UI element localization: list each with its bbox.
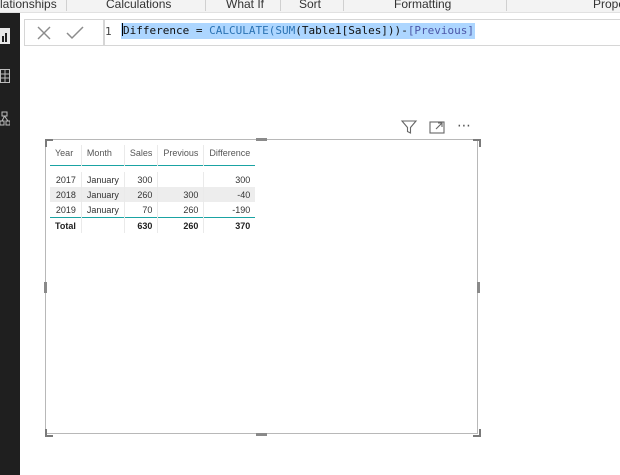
cell-sales: 70 (124, 202, 159, 218)
cell-total-previous: 260 (157, 217, 205, 233)
data-table: Year Month Sales Previous Difference 201… (50, 145, 256, 233)
col-header-previous[interactable]: Previous (157, 145, 205, 166)
report-view-icon[interactable] (0, 27, 10, 45)
formula-measure-ref: [Previous] (407, 24, 475, 37)
resize-corner-bottom-right[interactable] (473, 429, 481, 437)
tab-relationships[interactable]: lationships (0, 0, 57, 11)
col-header-sales[interactable]: Sales (124, 145, 159, 166)
tab-formatting[interactable]: Formatting (394, 0, 451, 11)
col-header-difference[interactable]: Difference (204, 145, 255, 166)
resize-handle-top[interactable] (256, 138, 267, 141)
cell-difference: -40 (203, 187, 256, 202)
formula-minus: - (401, 24, 408, 37)
cell-sales: 300 (124, 172, 159, 187)
cell-difference: -190 (232, 204, 251, 215)
tab-properties[interactable]: Prope (593, 0, 620, 11)
focus-mode-icon[interactable] (428, 119, 446, 135)
cell-sales: 260 (124, 187, 159, 202)
ribbon-divider (506, 0, 507, 11)
tab-sort[interactable]: Sort (299, 0, 321, 11)
formula-bar: 1 Difference = CALCULATE(SUM(Table1[Sale… (24, 19, 620, 46)
resize-handle-bottom[interactable] (256, 433, 267, 436)
cell-total-label: Total (50, 217, 82, 233)
col-header-year[interactable]: Year (50, 145, 82, 166)
formula-func-calculate: CALCULATE (209, 24, 269, 37)
resize-handle-right[interactable] (477, 282, 480, 293)
col-header-month[interactable]: Month (81, 145, 125, 166)
resize-corner-top-right[interactable] (473, 139, 481, 147)
model-view-icon[interactable] (0, 110, 11, 128)
cell-total-difference: 370 (235, 220, 251, 231)
left-nav (0, 13, 20, 475)
cell-total-sales: 630 (124, 217, 159, 233)
cell-previous: 300 (157, 187, 205, 202)
cell-month: January (81, 187, 125, 202)
cell-year: 2019 (50, 202, 82, 218)
data-view-icon[interactable] (0, 67, 10, 85)
tab-calculations[interactable]: Calculations (106, 0, 171, 11)
table-row: 2018 January 260 300 -40 (50, 187, 256, 202)
cancel-formula-button[interactable] (33, 23, 55, 43)
cell-month: January (81, 172, 125, 187)
formula-measure-name: Difference (123, 24, 190, 37)
formula-equals: = (189, 24, 210, 37)
ribbon: lationships Calculations What If Sort Fo… (0, 0, 620, 13)
line-number: 1 (105, 25, 112, 38)
formula-text-selection[interactable]: Difference = CALCULATE(SUM(Table1[Sales]… (121, 23, 476, 39)
more-options-icon[interactable]: ⋯ (455, 119, 473, 135)
ribbon-divider (205, 0, 206, 11)
table-total-row: Total 630 260 370 (50, 217, 256, 233)
cell-previous: 260 (157, 202, 205, 218)
resize-handle-left[interactable] (44, 282, 47, 293)
filter-icon[interactable] (400, 119, 418, 135)
cell-year: 2017 (50, 172, 82, 187)
cell-total-month (81, 217, 125, 233)
formula-func-sum: SUM (275, 24, 296, 37)
cell-year: 2018 (50, 187, 82, 202)
cell-previous (157, 172, 205, 187)
cell-month: January (81, 202, 125, 218)
ribbon-divider (280, 0, 281, 11)
table-row: 2019 January 70 260 -190 (50, 202, 255, 218)
formula-args: (Table1[Sales])) (295, 24, 402, 37)
resize-corner-bottom-left[interactable] (45, 429, 53, 437)
cell-difference: 300 (235, 174, 251, 185)
commit-formula-button[interactable] (63, 23, 87, 43)
formula-action-box (24, 19, 104, 46)
tab-what-if[interactable]: What If (226, 0, 264, 11)
ribbon-divider (343, 0, 344, 11)
ribbon-divider (66, 0, 67, 11)
formula-editor[interactable]: 1 Difference = CALCULATE(SUM(Table1[Sale… (104, 19, 620, 46)
table-header-row: Year Month Sales Previous Difference (50, 145, 256, 166)
table-row: 2017 January 300 300 (50, 172, 255, 187)
